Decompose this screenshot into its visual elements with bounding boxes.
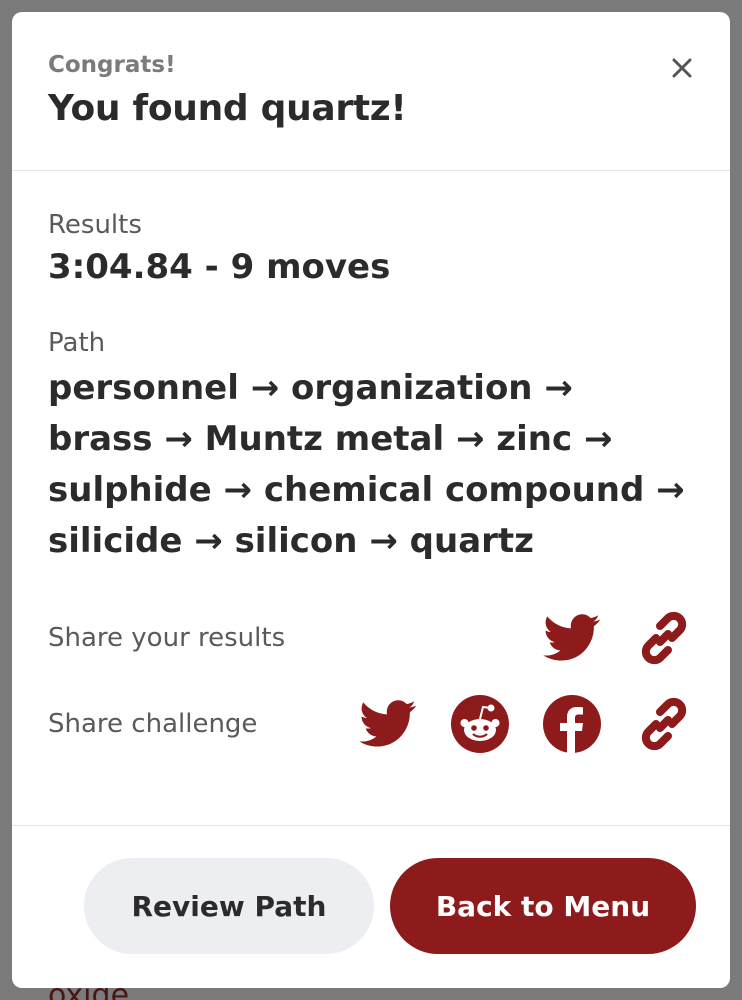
results-label: Results	[48, 210, 142, 240]
twitter-icon	[543, 614, 600, 661]
share-results-icons	[542, 608, 694, 668]
close-button[interactable]	[664, 50, 700, 86]
close-icon	[672, 58, 692, 78]
share-challenge-label: Share challenge	[48, 709, 258, 739]
review-path-button[interactable]: Review Path	[84, 858, 374, 954]
results-section: Results 3:04.84 - 9 moves	[48, 209, 694, 287]
share-challenge-facebook-button[interactable]	[542, 694, 602, 754]
share-challenge-icons	[358, 694, 694, 754]
facebook-icon	[543, 695, 601, 753]
modal-header: Congrats! You found quartz!	[12, 12, 730, 171]
twitter-icon	[359, 700, 416, 747]
share-challenge-link-button[interactable]	[634, 694, 694, 754]
share-results-label: Share your results	[48, 623, 286, 653]
path-section: Path personnel → organization → brass → …	[48, 327, 694, 567]
link-icon	[641, 697, 687, 751]
share-results-twitter-button[interactable]	[542, 608, 602, 668]
modal-footer: Review Path Back to Menu	[12, 826, 730, 986]
back-to-menu-button[interactable]: Back to Menu	[390, 858, 696, 954]
share-results-link-button[interactable]	[634, 608, 694, 668]
results-modal: Congrats! You found quartz! Results 3:04…	[12, 12, 730, 988]
link-icon	[641, 611, 687, 665]
modal-body: Results 3:04.84 - 9 moves Path personnel…	[12, 171, 730, 826]
share-challenge-reddit-button[interactable]	[450, 694, 510, 754]
modal-eyebrow: Congrats!	[48, 52, 176, 78]
share-challenge-row: Share challenge	[48, 681, 694, 767]
results-value: 3:04.84 - 9 moves	[48, 247, 391, 287]
share-challenge-twitter-button[interactable]	[358, 694, 418, 754]
modal-title: You found quartz!	[48, 88, 407, 129]
path-label: Path	[48, 328, 106, 358]
path-value: personnel → organization → brass → Muntz…	[48, 368, 685, 561]
reddit-icon	[451, 695, 509, 753]
share-results-row: Share your results	[48, 595, 694, 681]
